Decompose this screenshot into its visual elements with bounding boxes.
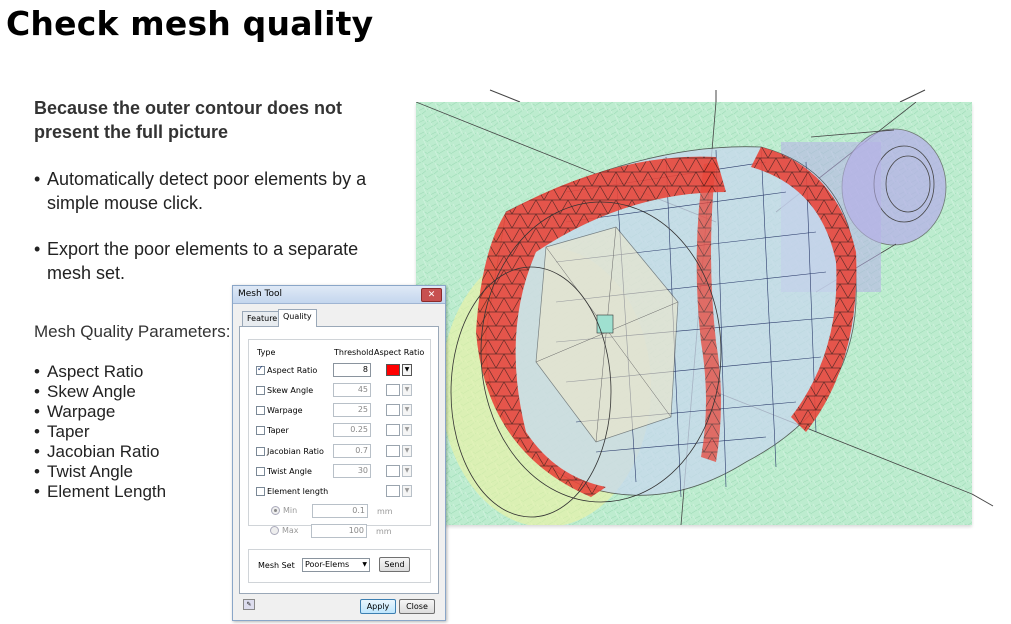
- bullet-text: Automatically detect poor elements by a …: [47, 169, 367, 213]
- min-radio[interactable]: [271, 506, 280, 515]
- element-length-checkbox[interactable]: [256, 487, 265, 496]
- row-label: Aspect Ratio: [267, 366, 318, 375]
- chevron-down-icon: ▼: [362, 561, 367, 568]
- quality-criteria-group: Type Threshold Aspect Ratio Aspect Ratio…: [248, 339, 431, 526]
- aspect-ratio-threshold-input[interactable]: 8: [333, 363, 371, 377]
- skew-angle-checkbox[interactable]: [256, 386, 265, 395]
- skew-angle-color-swatch[interactable]: [386, 384, 400, 396]
- apply-button[interactable]: Apply: [360, 599, 396, 614]
- dialog-title: Mesh Tool: [238, 289, 283, 299]
- row-label: Warpage: [267, 406, 303, 415]
- min-length-input[interactable]: 0.1: [312, 504, 368, 518]
- chevron-down-icon[interactable]: ▼: [402, 384, 412, 396]
- row-label: Taper: [267, 426, 289, 435]
- param-text: Skew Angle: [47, 382, 136, 401]
- taper-threshold-input[interactable]: 0.25: [333, 423, 371, 437]
- mesh-set-group: Mesh Set Poor-Elems ▼ Send: [248, 549, 431, 583]
- mesh-set-value: Poor-Elems: [305, 560, 350, 569]
- slide-title: Check mesh quality: [6, 4, 374, 43]
- warpage-threshold-input[interactable]: 25: [333, 403, 371, 417]
- row-label: Jacobian Ratio: [267, 447, 324, 456]
- param-item: • Twist Angle: [34, 462, 166, 482]
- bullet-dot: •: [34, 402, 40, 421]
- max-unit: mm: [376, 527, 392, 536]
- jacobian-ratio-threshold-input[interactable]: 0.7: [333, 444, 371, 458]
- skew-angle-threshold-input[interactable]: 45: [333, 383, 371, 397]
- param-item: • Warpage: [34, 402, 166, 422]
- twist-angle-checkbox[interactable]: [256, 467, 265, 476]
- row-label: Element length: [267, 487, 329, 496]
- row-label: Twist Angle: [267, 467, 312, 476]
- send-button[interactable]: Send: [379, 557, 410, 572]
- column-aspect-ratio: Aspect Ratio: [374, 348, 425, 357]
- mesh-tool-dialog: Mesh Tool ✕ Feature Quality Type Thresho…: [232, 285, 446, 621]
- column-threshold: Threshold: [334, 348, 374, 357]
- param-text: Taper: [47, 422, 90, 441]
- min-unit: mm: [377, 507, 393, 516]
- jacobian-ratio-checkbox[interactable]: [256, 447, 265, 456]
- warpage-checkbox[interactable]: [256, 406, 265, 415]
- bullet-dot: •: [34, 382, 40, 401]
- bullet-item: • Automatically detect poor elements by …: [34, 167, 404, 215]
- param-text: Warpage: [47, 402, 116, 421]
- bullet-dot: •: [34, 169, 41, 189]
- params-list: • Aspect Ratio • Skew Angle • Warpage • Tape…: [34, 362, 166, 502]
- chevron-down-icon[interactable]: ▼: [402, 445, 412, 457]
- taper-color-swatch[interactable]: [386, 424, 400, 436]
- close-icon[interactable]: ✕: [421, 288, 442, 302]
- bullet-dot: •: [34, 462, 40, 481]
- twist-angle-color-swatch[interactable]: [386, 465, 400, 477]
- bullet-text: Export the poor elements to a separate m…: [47, 239, 359, 283]
- heading-line-2: present the full picture: [34, 122, 229, 142]
- bullet-dot: •: [34, 442, 40, 461]
- param-item: • Taper: [34, 422, 166, 442]
- param-text: Jacobian Ratio: [47, 442, 160, 461]
- chevron-down-icon[interactable]: ▼: [402, 364, 412, 376]
- slide-heading: Because the outer contour does not prese…: [34, 96, 404, 144]
- row-label: Skew Angle: [267, 386, 314, 395]
- column-type: Type: [257, 348, 276, 357]
- chevron-down-icon[interactable]: ▼: [402, 485, 412, 497]
- chevron-down-icon[interactable]: ▼: [402, 424, 412, 436]
- mesh-model-render: [416, 102, 972, 525]
- aspect-ratio-checkbox[interactable]: [256, 364, 265, 375]
- quality-panel: Type Threshold Aspect Ratio Aspect Ratio…: [239, 326, 439, 594]
- dialog-titlebar[interactable]: Mesh Tool ✕: [233, 286, 445, 304]
- max-length-input[interactable]: 100: [311, 524, 367, 538]
- max-radio[interactable]: [270, 526, 279, 535]
- mesh-3d-viewport[interactable]: [416, 102, 972, 525]
- bullet-item: • Export the poor elements to a separate…: [34, 237, 404, 285]
- bullet-dot: •: [34, 362, 40, 381]
- param-item: • Skew Angle: [34, 382, 166, 402]
- chevron-down-icon[interactable]: ▼: [402, 465, 412, 477]
- bullet-dot: •: [34, 482, 40, 501]
- param-text: Element Length: [47, 482, 167, 501]
- bullet-dot: •: [34, 239, 41, 259]
- param-item: • Jacobian Ratio: [34, 442, 166, 462]
- jacobian-ratio-color-swatch[interactable]: [386, 445, 400, 457]
- tab-feature[interactable]: Feature: [242, 311, 283, 326]
- aspect-ratio-color-swatch[interactable]: [386, 364, 400, 376]
- param-text: Aspect Ratio: [47, 362, 144, 381]
- close-button[interactable]: Close: [399, 599, 435, 614]
- element-length-color-swatch[interactable]: [386, 485, 400, 497]
- eraser-icon[interactable]: ✎: [243, 599, 255, 610]
- param-text: Twist Angle: [47, 462, 133, 481]
- max-label: Max: [282, 526, 299, 535]
- twist-angle-threshold-input[interactable]: 30: [333, 464, 371, 478]
- mesh-set-select[interactable]: Poor-Elems ▼: [302, 558, 370, 572]
- params-title: Mesh Quality Parameters:: [34, 322, 231, 341]
- heading-line-1: Because the outer contour does not: [34, 98, 343, 118]
- warpage-color-swatch[interactable]: [386, 404, 400, 416]
- mesh-set-label: Mesh Set: [258, 561, 295, 570]
- param-item: • Element Length: [34, 482, 166, 502]
- chevron-down-icon[interactable]: ▼: [402, 404, 412, 416]
- tab-quality[interactable]: Quality: [278, 309, 317, 327]
- taper-checkbox[interactable]: [256, 426, 265, 435]
- param-item: • Aspect Ratio: [34, 362, 166, 382]
- bullet-dot: •: [34, 422, 40, 441]
- min-label: Min: [283, 506, 298, 515]
